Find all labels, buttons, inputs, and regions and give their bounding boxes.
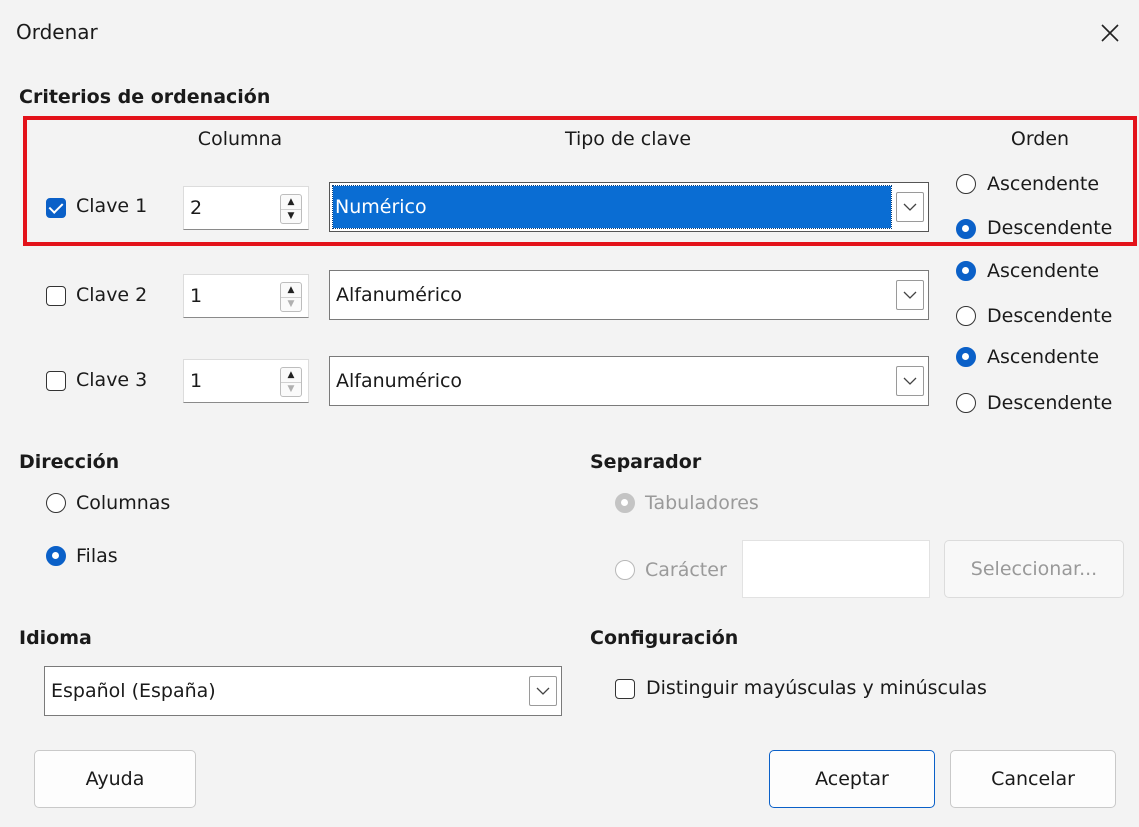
key2-label: Clave 2 bbox=[76, 284, 148, 306]
chevron-down-icon bbox=[536, 687, 550, 695]
key1-label: Clave 1 bbox=[76, 195, 148, 217]
key3-label: Clave 3 bbox=[76, 369, 148, 391]
criteria-section-title: Criterios de ordenación bbox=[19, 86, 271, 108]
key3-spin-down-icon[interactable]: ▼ bbox=[281, 382, 301, 396]
close-icon bbox=[1101, 24, 1119, 42]
key2-spin-down-icon[interactable]: ▼ bbox=[281, 297, 301, 311]
direction-rows-radio[interactable] bbox=[46, 546, 66, 566]
separator-tabs-radio[interactable] bbox=[615, 493, 635, 513]
key3-dropdown-button[interactable] bbox=[896, 366, 924, 396]
ok-button[interactable]: Aceptar bbox=[769, 750, 935, 808]
help-button[interactable]: Ayuda bbox=[34, 750, 196, 808]
order-header: Orden bbox=[1010, 128, 1070, 150]
key3-type-value: Alfanumérico bbox=[336, 370, 463, 392]
key3-ascending-radio[interactable] bbox=[956, 347, 976, 367]
key3-descending-label: Descendente bbox=[987, 392, 1113, 414]
cancel-button[interactable]: Cancelar bbox=[950, 750, 1116, 808]
separator-tabs-label: Tabuladores bbox=[645, 492, 759, 514]
key1-column-value: 2 bbox=[190, 197, 203, 219]
key3-checkbox[interactable] bbox=[46, 371, 66, 391]
key1-ascending-radio[interactable] bbox=[956, 174, 976, 194]
language-value: Español (España) bbox=[51, 680, 216, 702]
key2-type-value: Alfanumérico bbox=[336, 284, 463, 306]
key1-checkbox[interactable] bbox=[46, 198, 66, 218]
key3-descending-radio[interactable] bbox=[956, 393, 976, 413]
key1-spin-arrows: ▲ ▼ bbox=[280, 194, 302, 224]
key2-spin-arrows: ▲ ▼ bbox=[280, 282, 302, 312]
separator-char-radio[interactable] bbox=[615, 560, 635, 580]
direction-rows-label: Filas bbox=[76, 545, 118, 567]
key1-type-value: Numérico bbox=[335, 196, 427, 218]
dialog-title: Ordenar bbox=[16, 20, 98, 44]
key3-column-spinner[interactable]: 1 ▲ ▼ bbox=[183, 359, 309, 403]
key2-checkbox[interactable] bbox=[46, 286, 66, 306]
key3-spin-up-icon[interactable]: ▲ bbox=[281, 368, 301, 383]
direction-columns-radio[interactable] bbox=[46, 493, 66, 513]
chevron-down-icon bbox=[903, 377, 917, 385]
language-dropdown[interactable]: Español (España) bbox=[44, 666, 562, 716]
key2-type-dropdown[interactable]: Alfanumérico bbox=[329, 270, 929, 320]
chevron-down-icon bbox=[903, 203, 917, 211]
key3-spin-arrows: ▲ ▼ bbox=[280, 367, 302, 397]
key1-descending-radio[interactable] bbox=[956, 219, 976, 239]
direction-section-title: Dirección bbox=[19, 451, 120, 473]
language-section-title: Idioma bbox=[19, 627, 92, 649]
key3-column-value: 1 bbox=[190, 370, 203, 392]
key2-ascending-label: Ascendente bbox=[987, 260, 1100, 282]
key2-descending-radio[interactable] bbox=[956, 306, 976, 326]
key2-column-value: 1 bbox=[190, 285, 203, 307]
key2-spin-up-icon[interactable]: ▲ bbox=[281, 283, 301, 298]
key2-ascending-radio[interactable] bbox=[956, 261, 976, 281]
separator-section-title: Separador bbox=[590, 451, 702, 473]
language-dropdown-button[interactable] bbox=[529, 676, 557, 706]
key1-column-spinner[interactable]: 2 ▲ ▼ bbox=[183, 186, 309, 230]
title-bar: Ordenar bbox=[0, 0, 1139, 66]
key1-ascending-label: Ascendente bbox=[987, 173, 1100, 195]
settings-section-title: Configuración bbox=[590, 627, 739, 649]
key-type-header: Tipo de clave bbox=[564, 128, 692, 150]
chevron-down-icon bbox=[903, 291, 917, 299]
key1-descending-label: Descendente bbox=[987, 217, 1113, 239]
key1-spin-up-icon[interactable]: ▲ bbox=[281, 195, 301, 210]
separator-char-label: Carácter bbox=[645, 559, 727, 581]
case-sensitive-label: Distinguir mayúsculas y minúsculas bbox=[646, 677, 987, 699]
key2-dropdown-button[interactable] bbox=[896, 280, 924, 310]
column-header: Columna bbox=[197, 128, 283, 150]
key3-type-dropdown[interactable]: Alfanumérico bbox=[329, 356, 929, 406]
close-button[interactable] bbox=[1081, 0, 1139, 66]
case-sensitive-checkbox[interactable] bbox=[615, 679, 635, 699]
key2-descending-label: Descendente bbox=[987, 305, 1113, 327]
key3-ascending-label: Ascendente bbox=[987, 346, 1100, 368]
sort-dialog: Ordenar Criterios de ordenación Columna … bbox=[0, 0, 1139, 827]
key1-type-dropdown[interactable]: Numérico bbox=[329, 182, 929, 232]
key1-spin-down-icon[interactable]: ▼ bbox=[281, 209, 301, 223]
separator-char-input[interactable] bbox=[742, 540, 930, 598]
select-button[interactable]: Seleccionar... bbox=[944, 540, 1124, 598]
key2-column-spinner[interactable]: 1 ▲ ▼ bbox=[183, 274, 309, 318]
direction-columns-label: Columnas bbox=[76, 492, 171, 514]
key1-dropdown-button[interactable] bbox=[896, 192, 924, 222]
